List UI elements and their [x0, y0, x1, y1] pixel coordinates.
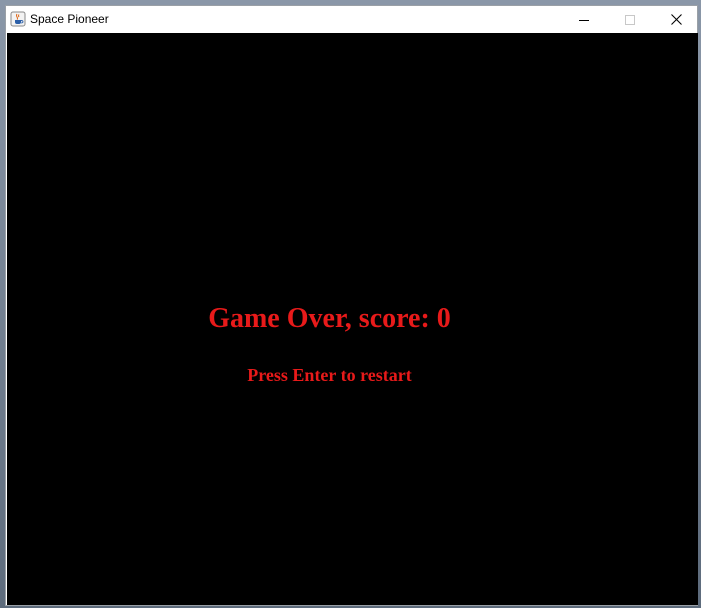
close-button[interactable] [653, 6, 699, 33]
close-icon [670, 14, 682, 25]
title-bar[interactable]: Space Pioneer [6, 6, 697, 33]
game-canvas[interactable]: Game Over, score: 0 Press Enter to resta… [7, 33, 698, 605]
maximize-button[interactable] [607, 6, 653, 33]
desktop-background: Space Pioneer Game Over, score: 0 Press … [0, 0, 701, 608]
minimize-icon [579, 19, 589, 21]
java-cup-icon[interactable] [10, 11, 26, 27]
restart-hint: Press Enter to restart [247, 365, 412, 385]
maximize-icon [625, 14, 635, 25]
game-over-message: Game Over, score: 0 [208, 303, 451, 334]
app-window: Space Pioneer Game Over, score: 0 Press … [5, 5, 698, 606]
window-title: Space Pioneer [30, 12, 109, 26]
minimize-button[interactable] [561, 6, 607, 33]
